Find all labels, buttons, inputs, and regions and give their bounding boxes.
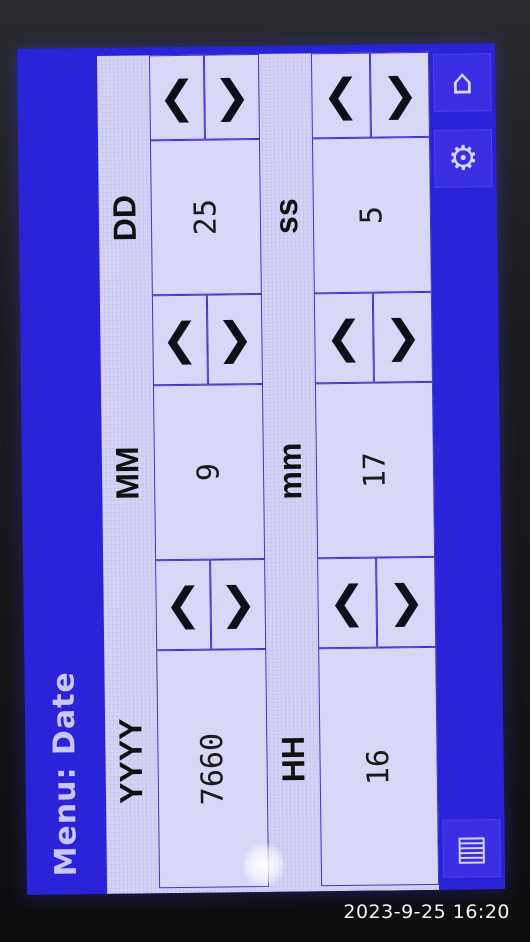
light-glare — [244, 840, 284, 890]
day-decrement-button[interactable]: ❮ — [148, 54, 205, 141]
field-label-hour: HH — [274, 735, 312, 782]
day-value: 25 — [149, 138, 262, 296]
settings-button[interactable]: ⚙ — [433, 129, 493, 188]
page-title: Menu: Date — [46, 671, 84, 877]
second-decrement-button[interactable]: ❮ — [310, 52, 371, 139]
minute-increment-button[interactable]: ❯ — [372, 291, 433, 383]
month-increment-button[interactable]: ❯ — [206, 293, 263, 385]
home-icon: ⌂ — [451, 62, 474, 103]
second-increment-button[interactable]: ❯ — [369, 51, 430, 138]
hour-increment-button[interactable]: ❯ — [376, 556, 437, 648]
hour-decrement-button[interactable]: ❮ — [317, 557, 378, 649]
photo-timestamp: 2023-9-25 16:20 — [343, 901, 510, 923]
field-label-day: DD — [106, 194, 143, 242]
hour-value: 16 — [318, 646, 440, 887]
page-icon: ▤ — [455, 828, 488, 869]
home-button[interactable]: ⌂ — [432, 53, 492, 112]
minute-decrement-button[interactable]: ❮ — [313, 292, 374, 384]
year-decrement-button[interactable]: ❮ — [155, 559, 212, 651]
device-screen: Menu: Date YYYY 7660 ❮ ❯ MM 9 ❮ ❯ DD 25 … — [16, 43, 506, 895]
date-time-panel: YYYY 7660 ❮ ❯ MM 9 ❮ ❯ DD 25 ❮ ❯ HH 16 ❮… — [96, 51, 440, 894]
minute-value: 17 — [314, 381, 436, 559]
field-label-minute: mm — [271, 442, 308, 500]
right-sidebar: ⌂ ⚙ ▤ — [428, 43, 506, 890]
field-label-second: ss — [268, 198, 305, 235]
title-bar: Menu: Date — [16, 47, 108, 895]
field-label-month: MM — [109, 446, 146, 501]
year-increment-button[interactable]: ❯ — [210, 558, 267, 650]
month-value: 9 — [152, 383, 266, 561]
page-button[interactable]: ▤ — [442, 819, 502, 878]
day-increment-button[interactable]: ❯ — [203, 53, 260, 140]
second-value: 5 — [311, 136, 432, 294]
month-decrement-button[interactable]: ❮ — [151, 294, 208, 386]
field-label-year: YYYY — [112, 717, 150, 804]
gear-icon: ⚙ — [447, 138, 479, 179]
